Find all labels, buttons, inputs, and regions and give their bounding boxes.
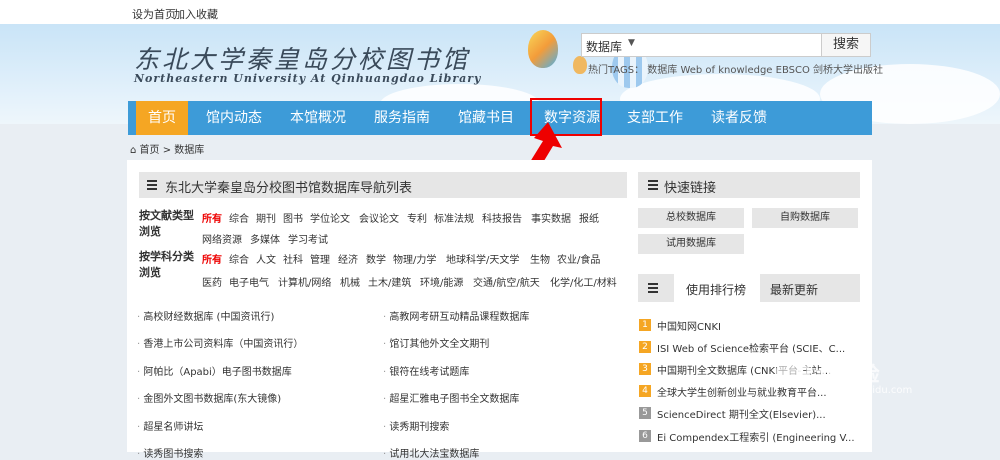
- search-input[interactable]: [642, 37, 812, 53]
- filter-subject-item[interactable]: 经济: [338, 251, 358, 266]
- db-panel-header: 东北大学秦皇岛分校图书馆数据库导航列表: [139, 172, 627, 198]
- filter-doc-item[interactable]: 学习考试: [288, 231, 328, 246]
- filter-subject-item[interactable]: 地球科学/天文学: [446, 251, 519, 266]
- filter-subject-item[interactable]: 综合: [229, 251, 249, 266]
- rank-badge: 2: [639, 341, 651, 353]
- filter-doc-item[interactable]: 网络资源: [202, 231, 242, 246]
- hot-tags: 热门TAGS： 数据库 Web of knowledge EBSCO 剑桥大学出…: [588, 65, 884, 76]
- filter-subject-item[interactable]: 环境/能源: [420, 274, 463, 289]
- filter-doc-item[interactable]: 报纸: [579, 210, 599, 225]
- ranking-item[interactable]: 中国知网CNKI: [657, 318, 857, 333]
- filter-subject-item[interactable]: 计算机/网络: [278, 274, 331, 289]
- ranking-item[interactable]: Ei Compendex工程索引 (Engineering V...: [657, 429, 857, 444]
- database-link[interactable]: 馆订其他外文全文期刊: [383, 335, 489, 350]
- filter-doc-item[interactable]: 图书: [283, 210, 303, 225]
- ranking-tabs: 使用排行榜 最新更新: [638, 274, 860, 302]
- breadcrumb-text[interactable]: 首页 > 数据库: [140, 145, 205, 156]
- doc-type-label: 按文献类型浏览: [139, 209, 194, 238]
- database-link[interactable]: 香港上市公司资料库（中国资讯行）: [137, 335, 303, 350]
- library-logo-english: Northeastern University At Qinhuangdao L…: [134, 72, 482, 85]
- filter-subject-item[interactable]: 数学: [366, 251, 386, 266]
- set-homepage-link[interactable]: 设为首页: [132, 6, 176, 22]
- database-link[interactable]: 银符在线考试题库: [383, 363, 469, 378]
- quick-links-title: 快速链接: [664, 181, 717, 196]
- tab-latest[interactable]: 最新更新: [770, 281, 818, 298]
- quick-links-header: 快速链接: [638, 172, 860, 198]
- database-link[interactable]: 读秀期刊搜索: [383, 418, 449, 433]
- search-scope-select[interactable]: 数据库: [586, 38, 622, 55]
- filter-doc-item[interactable]: 学位论文: [310, 210, 350, 225]
- database-link[interactable]: 高校财经数据库 (中国资讯行): [137, 308, 274, 323]
- library-logo-chinese: 东北大学秦皇岛分校图书馆: [134, 45, 471, 74]
- rank-badge: 1: [639, 319, 651, 331]
- database-link[interactable]: 金图外文图书数据库(东大镜像): [137, 390, 281, 405]
- list-icon: [648, 180, 658, 190]
- hot-air-balloon-icon: [528, 30, 558, 68]
- nav-item-overview[interactable]: 本馆概况: [290, 101, 346, 135]
- home-icon: ⌂: [130, 145, 137, 156]
- breadcrumb: ⌂ 首页 > 数据库: [130, 141, 204, 156]
- search-button[interactable]: 搜索: [821, 34, 870, 56]
- hot-air-balloon-icon: [573, 56, 587, 74]
- filter-subject-item[interactable]: 医药: [202, 274, 222, 289]
- filter-doc-all[interactable]: 所有: [202, 210, 222, 225]
- filter-subject-item[interactable]: 电子电气: [229, 274, 269, 289]
- list-icon: [648, 283, 658, 293]
- ranking-item[interactable]: ISI Web of Science检索平台 (SCIE、C...: [657, 340, 857, 355]
- main-nav: 首页 馆内动态 本馆概况 服务指南 馆藏书目 数字资源 支部工作 读者反馈: [128, 101, 872, 135]
- filter-subject-item[interactable]: 生物: [530, 251, 550, 266]
- top-bar: 设为首页 加入收藏: [0, 0, 1000, 24]
- watermark-brand: Bai 经验: [797, 362, 880, 386]
- filter-subject-item[interactable]: 人文: [256, 251, 276, 266]
- list-icon: [147, 180, 157, 190]
- filter-subject-item[interactable]: 物理/力学: [393, 251, 436, 266]
- filter-doc-item[interactable]: 专利: [407, 210, 427, 225]
- filter-doc-item[interactable]: 期刊: [256, 210, 276, 225]
- main-content: 东北大学秦皇岛分校图书馆数据库导航列表 按文献类型浏览 所有 综合 期刊 图书 …: [127, 160, 872, 460]
- nav-item-service-guide[interactable]: 服务指南: [374, 101, 430, 135]
- quick-link-button[interactable]: 自购数据库: [752, 208, 858, 228]
- nav-item-home[interactable]: 首页: [136, 101, 188, 135]
- nav-item-catalog[interactable]: 馆藏书目: [458, 101, 514, 135]
- subject-label: 按学科分类浏览: [139, 250, 194, 279]
- database-link[interactable]: 试用北大法宝数据库: [383, 445, 479, 460]
- filter-subject-all[interactable]: 所有: [202, 251, 222, 266]
- database-link[interactable]: 高教网考研互动精品课程数据库: [383, 308, 529, 323]
- database-link[interactable]: 读秀图书搜索: [137, 445, 203, 460]
- filter-subject-item[interactable]: 土木/建筑: [368, 274, 411, 289]
- rank-badge: 5: [639, 407, 651, 419]
- filter-doc-item[interactable]: 科技报告: [482, 210, 522, 225]
- ranking-item[interactable]: ScienceDirect 期刊全文(Elsevier)...: [657, 406, 857, 421]
- chevron-down-icon[interactable]: ▼: [628, 38, 635, 48]
- filter-doc-item[interactable]: 标准法规: [434, 210, 474, 225]
- filter-doc-item[interactable]: 综合: [229, 210, 249, 225]
- filter-subject-item[interactable]: 化学/化工/材料: [550, 274, 617, 289]
- filter-doc-item[interactable]: 会议论文: [359, 210, 399, 225]
- filter-subject-item[interactable]: 机械: [340, 274, 360, 289]
- filter-doc-item[interactable]: 多媒体: [250, 231, 280, 246]
- filter-subject-item[interactable]: 农业/食品: [557, 251, 600, 266]
- tab-ranking[interactable]: 使用排行榜: [686, 281, 746, 298]
- quick-link-button[interactable]: 试用数据库: [638, 234, 744, 254]
- filter-subject-item[interactable]: 管理: [310, 251, 330, 266]
- database-link[interactable]: 超星名师讲坛: [137, 418, 203, 433]
- ranking-icon-cell: [638, 274, 674, 302]
- db-panel-title: 东北大学秦皇岛分校图书馆数据库导航列表: [165, 181, 413, 196]
- rank-badge: 4: [639, 385, 651, 397]
- watermark-url: jingyan.baidu.com: [820, 385, 913, 396]
- rank-badge: 3: [639, 363, 651, 375]
- search-box: 数据库 ▼ 搜索: [581, 33, 871, 57]
- database-link[interactable]: 阿帕比（Apabi）电子图书数据库: [137, 363, 291, 378]
- quick-link-button[interactable]: 总校数据库: [638, 208, 744, 228]
- filter-doc-item[interactable]: 事实数据: [531, 210, 571, 225]
- filter-subject-item[interactable]: 社科: [283, 251, 303, 266]
- rank-badge: 6: [639, 430, 651, 442]
- nav-item-feedback[interactable]: 读者反馈: [711, 101, 767, 135]
- database-link[interactable]: 超星汇雅电子图书全文数据库: [383, 390, 519, 405]
- nav-item-news[interactable]: 馆内动态: [206, 101, 262, 135]
- nav-item-branch-work[interactable]: 支部工作: [627, 101, 683, 135]
- add-favorite-link[interactable]: 加入收藏: [174, 6, 218, 22]
- filter-subject-item[interactable]: 交通/航空/航天: [473, 274, 540, 289]
